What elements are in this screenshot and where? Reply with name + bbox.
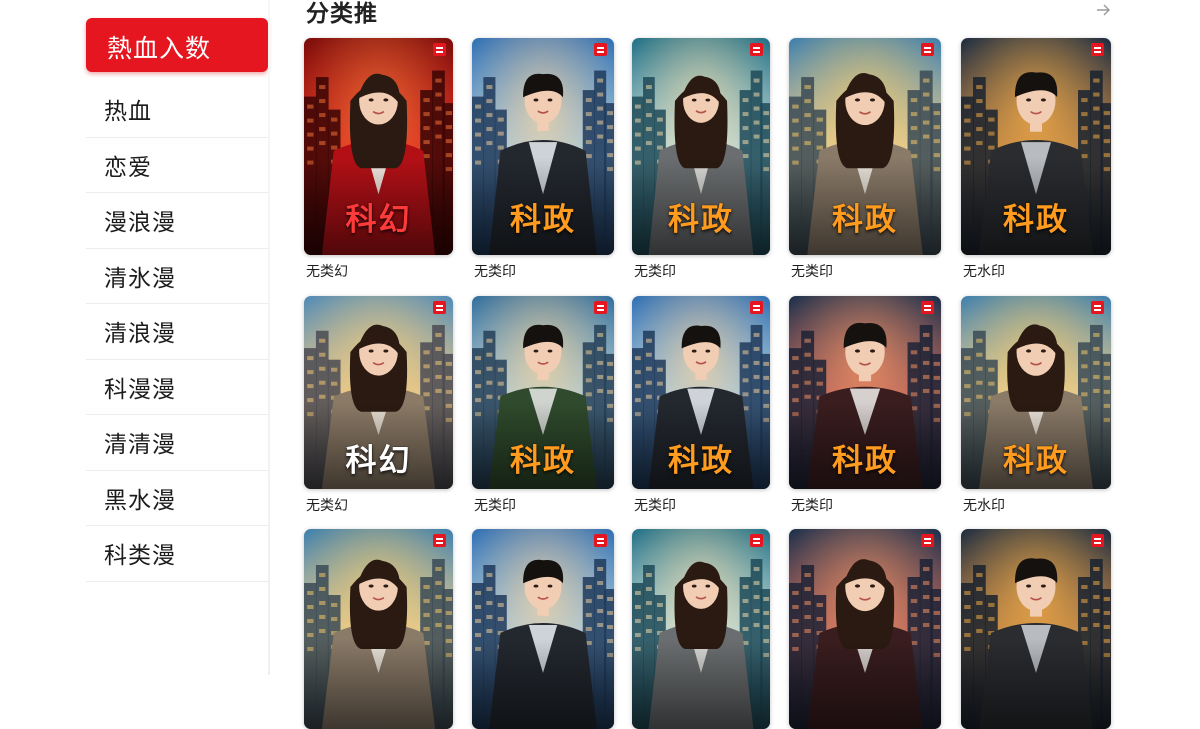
poster-caption: 无类印 (634, 264, 676, 280)
poster-caption: 无类幻 (306, 498, 348, 514)
poster-image[interactable]: 科幻 (304, 296, 453, 489)
poster-card[interactable]: 科政无水印 (961, 296, 1111, 515)
poster-title: 科政 (510, 443, 576, 479)
sidebar-item[interactable]: 清清漫 (86, 415, 268, 471)
poster-card[interactable]: 科政无类印 (632, 296, 770, 515)
poster-card[interactable]: 科政无类印 (789, 38, 941, 281)
poster-caption: 无类印 (791, 264, 833, 280)
poster-caption: 无水印 (963, 498, 1005, 514)
sidebar-item[interactable]: 清氷漫 (86, 249, 268, 304)
poster-image[interactable]: 科政 (789, 38, 941, 255)
sidebar-divider (268, 0, 270, 675)
sidebar-item[interactable]: 漫浪漫 (86, 193, 268, 249)
poster-image[interactable]: 科政 (632, 38, 770, 255)
poster-caption: 无水印 (963, 264, 1005, 280)
poster-image[interactable]: 科政 (472, 38, 614, 255)
poster-card[interactable]: 科幻无类幻 (304, 38, 453, 281)
poster-card[interactable]: 科政无类印 (789, 296, 941, 515)
poster-caption: 无类印 (634, 498, 676, 514)
poster-image[interactable]: 科政 (961, 296, 1111, 489)
poster-title: 科政 (1003, 202, 1069, 238)
sidebar-item[interactable]: 黑水漫 (86, 471, 268, 526)
poster-title: 科幻 (345, 202, 412, 238)
poster-image[interactable]: 科政 (961, 38, 1111, 255)
sidebar-item[interactable]: 科漫漫 (86, 360, 268, 415)
poster-image[interactable] (304, 529, 453, 729)
poster-image[interactable] (632, 529, 770, 729)
poster-title: 科政 (1003, 443, 1069, 479)
poster-title: 科政 (832, 443, 898, 479)
poster-image[interactable] (961, 529, 1111, 729)
poster-image[interactable]: 科政 (632, 296, 770, 489)
poster-card[interactable]: 科政无类印 (472, 296, 614, 515)
sidebar-item[interactable]: 科类漫 (86, 526, 268, 582)
poster-card[interactable] (304, 529, 453, 729)
sidebar-item[interactable]: 恋爱 (86, 138, 268, 193)
poster-image[interactable]: 科幻 (304, 38, 453, 255)
sidebar-list: 热血 恋爱 漫浪漫 清氷漫 清浪漫 科漫漫 清清漫 黑水漫 科类漫 (86, 82, 268, 582)
poster-card[interactable]: 科政无类印 (632, 38, 770, 281)
poster-card[interactable] (632, 529, 770, 729)
poster-image[interactable]: 科政 (789, 296, 941, 489)
poster-card[interactable]: 科幻无类幻 (304, 296, 453, 515)
poster-card[interactable] (961, 529, 1111, 729)
section-title: 分类推 (306, 1, 378, 27)
poster-card[interactable]: 科政无水印 (961, 38, 1111, 281)
poster-title: 科幻 (345, 443, 412, 479)
sidebar-item[interactable]: 清浪漫 (86, 304, 268, 360)
poster-title: 科政 (668, 443, 734, 479)
poster-caption: 无类印 (791, 498, 833, 514)
sidebar-item-active[interactable]: 熱血入数 (86, 18, 268, 72)
sidebar-item[interactable]: 热血 (86, 82, 268, 138)
poster-card[interactable] (472, 529, 614, 729)
poster-card[interactable] (789, 529, 941, 729)
poster-caption: 无类印 (474, 498, 516, 514)
category-sidebar: 熱血入数 热血 恋爱 漫浪漫 清氷漫 清浪漫 科漫漫 清清漫 黑水漫 科类漫 (86, 18, 268, 582)
poster-image[interactable] (789, 529, 941, 729)
poster-image[interactable]: 科政 (472, 296, 614, 489)
poster-card[interactable]: 科政无类印 (472, 38, 614, 281)
poster-caption: 无类印 (474, 264, 516, 280)
poster-title: 科政 (832, 202, 898, 238)
poster-image[interactable] (472, 529, 614, 729)
poster-caption: 无类幻 (306, 264, 348, 280)
poster-title: 科政 (668, 202, 734, 238)
poster-title: 科政 (510, 202, 576, 238)
arrow-right-icon[interactable] (1094, 0, 1114, 20)
